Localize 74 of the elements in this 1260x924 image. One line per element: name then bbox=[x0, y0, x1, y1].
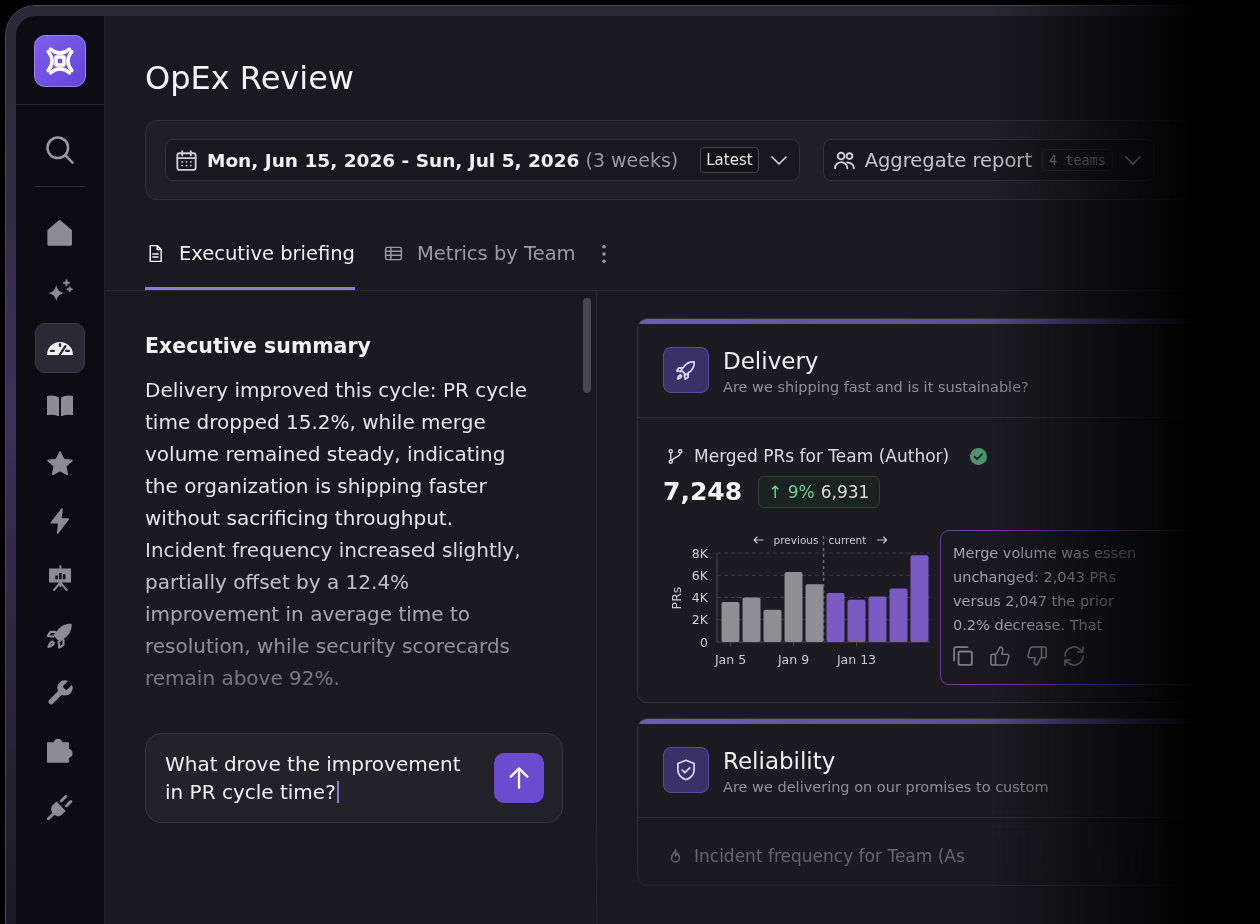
y-tick-label: 8K bbox=[691, 545, 708, 561]
duration-label: (3 weeks) bbox=[585, 149, 679, 171]
send-button[interactable] bbox=[494, 753, 544, 803]
section-title: Delivery bbox=[723, 347, 819, 375]
bar bbox=[805, 584, 824, 642]
chat-input[interactable]: What drove the improvement in PR cycle time? bbox=[145, 733, 563, 823]
team-count-badge: 4 teams bbox=[1042, 149, 1113, 171]
more-icon[interactable] bbox=[601, 244, 606, 263]
metric-value: 7,248 bbox=[663, 476, 743, 508]
arrow-right-icon bbox=[877, 536, 888, 544]
lightning-icon bbox=[50, 507, 70, 534]
bar bbox=[868, 596, 887, 642]
book-icon bbox=[47, 394, 73, 417]
series-label: previous bbox=[773, 533, 819, 546]
branch-icon bbox=[666, 446, 685, 466]
logo-icon[interactable] bbox=[34, 35, 86, 87]
plug-icon bbox=[47, 795, 73, 821]
arrow-up-icon bbox=[508, 767, 530, 789]
puzzle-icon bbox=[47, 738, 73, 763]
shield-check-icon bbox=[663, 747, 709, 793]
y-tick-label: 6K bbox=[691, 567, 708, 583]
change-value: ↑ 9% bbox=[768, 481, 815, 504]
bar bbox=[742, 597, 761, 642]
bar bbox=[721, 601, 740, 642]
search-icon[interactable] bbox=[46, 136, 74, 164]
sparkles-icon bbox=[47, 278, 73, 303]
bar bbox=[847, 599, 866, 642]
summary-text: Delivery improved this cycle: PR cycle time dropped 15.2%, while merge volume remained steady, indicating the organization is shipping faster without sacrificing throughput. Incident frequency increased slightly, partially offset by a 12.4% improvement in average time to resolution, while security scorecards remain above 92%. bbox=[145, 377, 528, 692]
thumbs-down-icon[interactable] bbox=[1027, 646, 1047, 666]
copy-icon[interactable] bbox=[953, 646, 973, 666]
section-subtitle: Are we delivering on our promises to custom bbox=[723, 778, 1049, 797]
summary-heading: Executive summary bbox=[145, 333, 371, 360]
metric-title: Incident frequency for Team (As bbox=[694, 846, 965, 866]
report-label: Aggregate report bbox=[864, 148, 1033, 172]
date-range-picker[interactable]: Mon, Jun 15, 2026 - Sun, Jul 5, 2026 (3 weeks) Latest bbox=[165, 139, 800, 181]
bar bbox=[889, 588, 908, 642]
text-cursor-icon bbox=[336, 781, 339, 803]
gauge-icon bbox=[47, 341, 73, 355]
previous-value: 6,931 bbox=[820, 481, 870, 504]
tab[interactable]: Executive briefing bbox=[145, 230, 355, 290]
nav-button[interactable] bbox=[35, 323, 85, 373]
calendar-icon bbox=[176, 149, 197, 171]
x-tick-label: Jan 9 bbox=[777, 652, 810, 667]
y-tick-label: 4K bbox=[691, 590, 708, 605]
preset-badge: Latest bbox=[700, 147, 759, 173]
metric-title: Merged PRs for Team (Author) bbox=[694, 446, 950, 466]
scrollbar-thumb[interactable] bbox=[583, 298, 591, 393]
y-axis-label: PRs bbox=[669, 586, 684, 610]
page-title: OpEx Review bbox=[145, 58, 354, 98]
y-tick-label: 2K bbox=[691, 612, 708, 628]
bar bbox=[763, 609, 782, 642]
x-tick-label: Jan 5 bbox=[714, 652, 747, 667]
home-icon bbox=[47, 220, 73, 246]
x-tick-label: Jan 13 bbox=[836, 652, 877, 667]
section-title: Reliability bbox=[723, 747, 836, 775]
date-range-label: Mon, Jun 15, 2026 - Sun, Jul 5, 2026 bbox=[207, 149, 580, 171]
y-tick-label: 0 bbox=[700, 634, 708, 650]
series-label: current bbox=[828, 533, 867, 546]
bar bbox=[826, 593, 845, 642]
rocket-icon bbox=[47, 622, 73, 649]
presentation-icon bbox=[48, 565, 72, 591]
thumbs-up-icon[interactable] bbox=[990, 646, 1010, 666]
wrench-icon bbox=[47, 680, 73, 706]
insight-text: Merge volume was essen unchanged: 2,043 PRs versus 2,047 the prior 0.2% decrease. That bbox=[953, 544, 1137, 635]
bar bbox=[784, 571, 803, 642]
chevron-down-icon bbox=[770, 155, 787, 165]
section-subtitle: Are we shipping fast and is it sustainable? bbox=[723, 378, 1029, 397]
rocket-icon bbox=[663, 347, 709, 393]
star-icon bbox=[47, 450, 73, 476]
report-picker[interactable]: Aggregate report 4 teams bbox=[822, 139, 1154, 181]
arrow-left-icon bbox=[753, 536, 764, 544]
tab[interactable]: Metrics by Team bbox=[382, 230, 576, 290]
chevron-down-icon bbox=[1124, 155, 1141, 165]
users-icon bbox=[833, 149, 855, 171]
